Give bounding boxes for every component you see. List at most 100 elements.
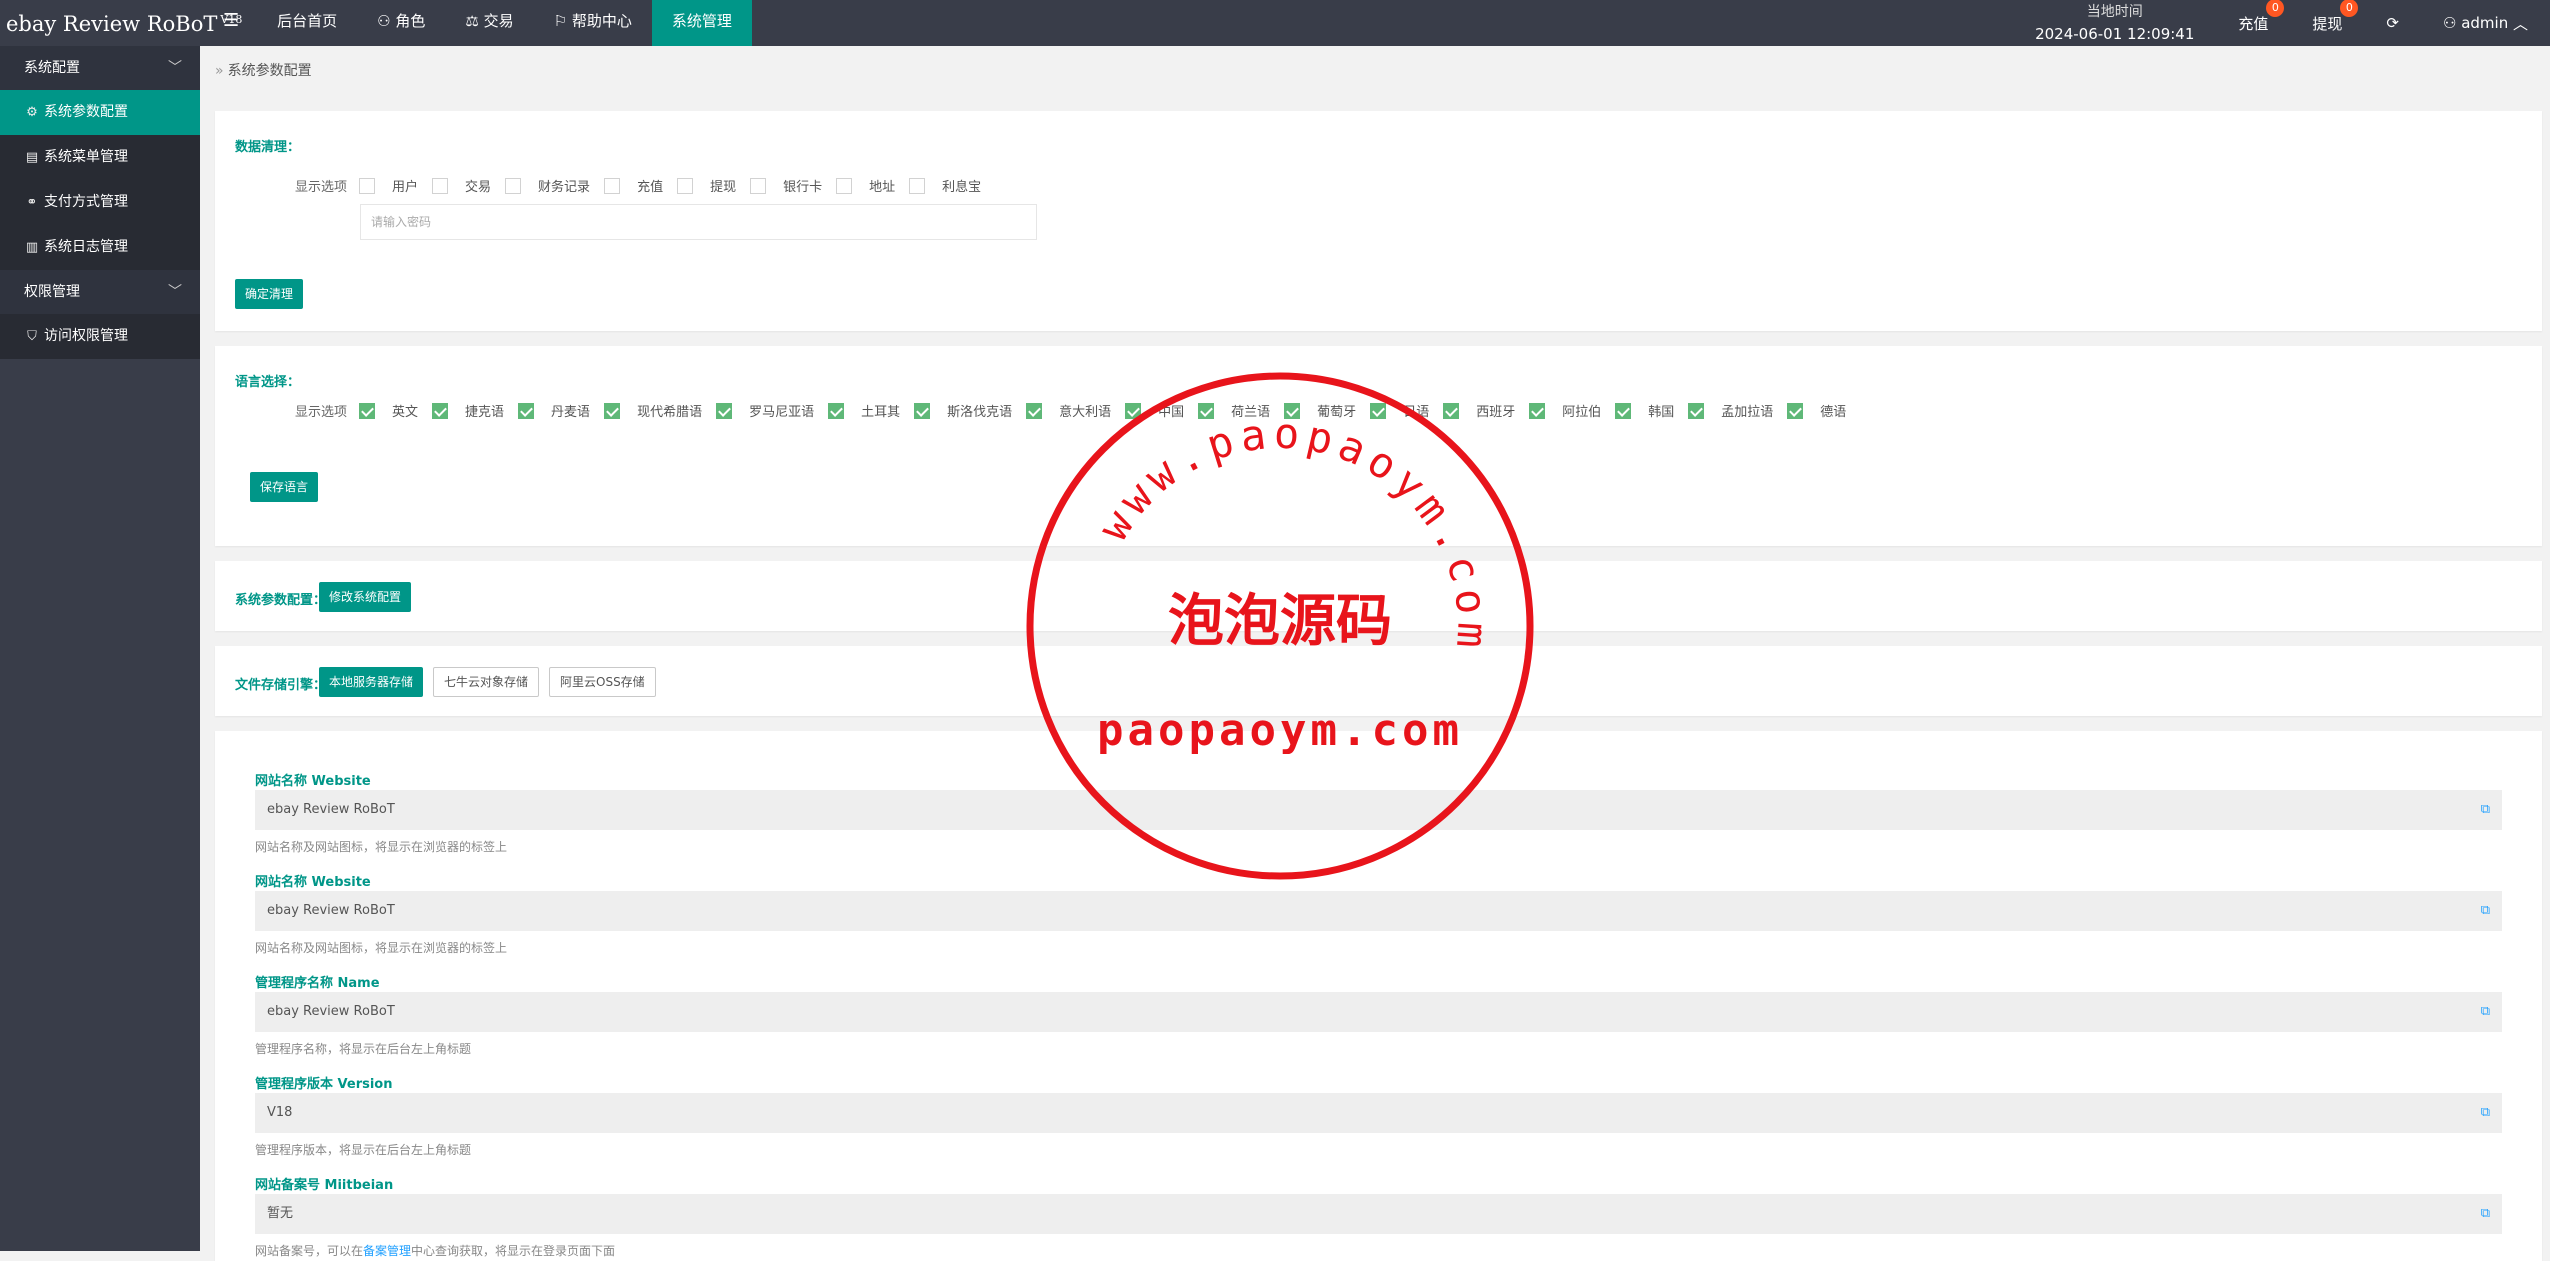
nav-item-help[interactable]: ⚐ 帮助中心	[534, 0, 652, 46]
user-menu[interactable]: ⚇ admin ︿	[2421, 0, 2550, 46]
nav-item-roles[interactable]: ⚇ 角色	[357, 0, 445, 46]
checkbox-box[interactable]	[604, 402, 621, 419]
checkbox-label: 土耳其	[861, 405, 901, 420]
lang-option[interactable]: 荷兰语	[1198, 401, 1270, 420]
checkbox-trade[interactable]: 交易	[432, 176, 491, 195]
checkbox-box[interactable]	[505, 177, 522, 194]
lang-option[interactable]: 中国	[1125, 401, 1184, 420]
recharge-button[interactable]: 充值 0	[2216, 0, 2290, 46]
copy-icon[interactable]: ⧉	[2481, 1093, 2490, 1133]
checkbox-box[interactable]	[604, 177, 621, 194]
checkbox-box[interactable]	[750, 177, 767, 194]
checkbox-finance[interactable]: 财务记录	[505, 176, 590, 195]
sidebar-item-menu-manage[interactable]: ▤ 系统菜单管理	[0, 135, 200, 180]
sidebar-item-label: 系统日志管理	[44, 239, 128, 255]
menu-toggle-button[interactable]: ☰	[205, 0, 257, 46]
hamburger-icon: ☰	[223, 10, 240, 31]
lang-option[interactable]: 现代希腊语	[604, 401, 702, 420]
sidebar-group-system-config[interactable]: 系统配置 ﹀	[0, 46, 200, 90]
checkbox-box[interactable]	[1198, 402, 1215, 419]
checkbox-box[interactable]	[716, 402, 733, 419]
sidebar-item-payment-manage[interactable]: ⚭ 支付方式管理	[0, 180, 200, 225]
checkbox-box[interactable]	[432, 402, 449, 419]
clean-password-input[interactable]: 请输入密码	[360, 204, 1037, 240]
checkbox-withdraw[interactable]: 提现	[677, 176, 736, 195]
lang-option[interactable]: 土耳其	[828, 401, 900, 420]
lang-option[interactable]: 英文	[359, 401, 418, 420]
lang-option[interactable]: 丹麦语	[518, 401, 590, 420]
checkbox-box[interactable]	[1688, 402, 1705, 419]
recharge-badge: 0	[2266, 0, 2285, 17]
edit-system-config-button[interactable]: 修改系统配置	[319, 582, 412, 612]
checkbox-address[interactable]: 地址	[836, 176, 895, 195]
copy-icon[interactable]: ⧉	[2481, 992, 2490, 1032]
copy-icon[interactable]: ⧉	[2481, 891, 2490, 931]
checkbox-box[interactable]	[836, 177, 853, 194]
sidebar-item-access-manage[interactable]: ⛉ 访问权限管理	[0, 314, 200, 359]
lang-option[interactable]: 罗马尼亚语	[716, 401, 814, 420]
field-help: 网站名称及网站图标，将显示在浏览器的标签上	[255, 941, 508, 955]
checkbox-box[interactable]	[1787, 402, 1804, 419]
storage-title: 文件存储引擎：	[235, 678, 327, 693]
app-name-input[interactable]: ebay Review RoBoT ⧉	[255, 992, 2502, 1032]
checkbox-box[interactable]	[1125, 402, 1142, 419]
sidebar-item-system-params[interactable]: ⚙ 系统参数配置	[0, 90, 200, 135]
checkbox-interest[interactable]: 利息宝	[909, 176, 981, 195]
lang-option[interactable]: 斯洛伐克语	[914, 401, 1012, 420]
confirm-clean-button[interactable]: 确定清理	[235, 279, 304, 309]
app-version-input[interactable]: V18 ⧉	[255, 1093, 2502, 1133]
website-name-input[interactable]: ebay Review RoBoT ⧉	[255, 891, 2502, 931]
checkbox-box[interactable]	[828, 402, 845, 419]
storage-option-qiniu[interactable]: 七牛云对象存储	[433, 667, 540, 697]
lang-option[interactable]: 德语	[1787, 401, 1846, 420]
link-icon: ⚭	[26, 195, 38, 210]
breadcrumb-current: 系统参数配置	[227, 63, 312, 79]
lang-option[interactable]: 西班牙	[1443, 401, 1515, 420]
checkbox-box[interactable]	[1529, 402, 1546, 419]
checkbox-box[interactable]	[1026, 402, 1043, 419]
checkbox-user[interactable]: 用户	[359, 176, 418, 195]
checkbox-box[interactable]	[909, 177, 926, 194]
storage-option-aliyun[interactable]: 阿里云OSS存储	[549, 667, 656, 697]
gear-icon: ⚙	[26, 105, 38, 120]
beian-manage-link[interactable]: 备案管理	[363, 1244, 411, 1258]
checkbox-bankcard[interactable]: 银行卡	[750, 176, 822, 195]
lang-option[interactable]: 葡萄牙	[1284, 401, 1356, 420]
checkbox-box[interactable]	[677, 177, 694, 194]
lang-option[interactable]: 捷克语	[432, 401, 504, 420]
checkbox-label: 银行卡	[783, 180, 823, 195]
checkbox-box[interactable]	[359, 177, 376, 194]
nav-item-home[interactable]: 后台首页	[257, 0, 357, 46]
sidebar-group-permissions[interactable]: 权限管理 ﹀	[0, 270, 200, 314]
storage-option-local[interactable]: 本地服务器存储	[319, 667, 424, 697]
checkbox-box[interactable]	[1284, 402, 1301, 419]
checkbox-box[interactable]	[432, 177, 449, 194]
copy-icon[interactable]: ⧉	[2481, 1194, 2490, 1234]
nav-item-trade[interactable]: ⚖ 交易	[445, 0, 533, 46]
checkbox-box[interactable]	[1615, 402, 1632, 419]
checkbox-box[interactable]	[359, 402, 376, 419]
app-name: ebay Review RoBoT	[6, 12, 218, 36]
field-label: 网站名称 Website	[255, 875, 371, 890]
checkbox-box[interactable]	[1370, 402, 1387, 419]
withdraw-button[interactable]: 提现 0	[2290, 0, 2364, 46]
sidebar-item-log-manage[interactable]: ▥ 系统日志管理	[0, 225, 200, 270]
save-language-button[interactable]: 保存语言	[250, 472, 319, 502]
app-logo[interactable]: ebay Review RoBoT V18	[0, 0, 242, 46]
language-card: 语言选择： 显示选项 英文 捷克语 丹麦语 现代希腊语 罗马尼亚语 土耳其 斯洛…	[215, 346, 2542, 546]
lang-option[interactable]: 孟加拉语	[1688, 401, 1773, 420]
system-params-card: 系统参数配置： 修改系统配置	[215, 561, 2542, 631]
lang-option[interactable]: 日语	[1370, 401, 1429, 420]
lang-option[interactable]: 韩国	[1615, 401, 1674, 420]
refresh-button[interactable]: ⟳	[2364, 0, 2421, 46]
website-name-input[interactable]: ebay Review RoBoT ⧉	[255, 790, 2502, 830]
checkbox-box[interactable]	[1443, 402, 1460, 419]
miitbeian-input[interactable]: 暂无 ⧉	[255, 1194, 2502, 1234]
nav-item-system[interactable]: 系统管理	[651, 0, 752, 46]
checkbox-recharge[interactable]: 充值	[604, 176, 663, 195]
lang-option[interactable]: 意大利语	[1026, 401, 1111, 420]
checkbox-box[interactable]	[914, 402, 931, 419]
checkbox-box[interactable]	[518, 402, 535, 419]
copy-icon[interactable]: ⧉	[2481, 790, 2490, 830]
lang-option[interactable]: 阿拉伯	[1529, 401, 1601, 420]
